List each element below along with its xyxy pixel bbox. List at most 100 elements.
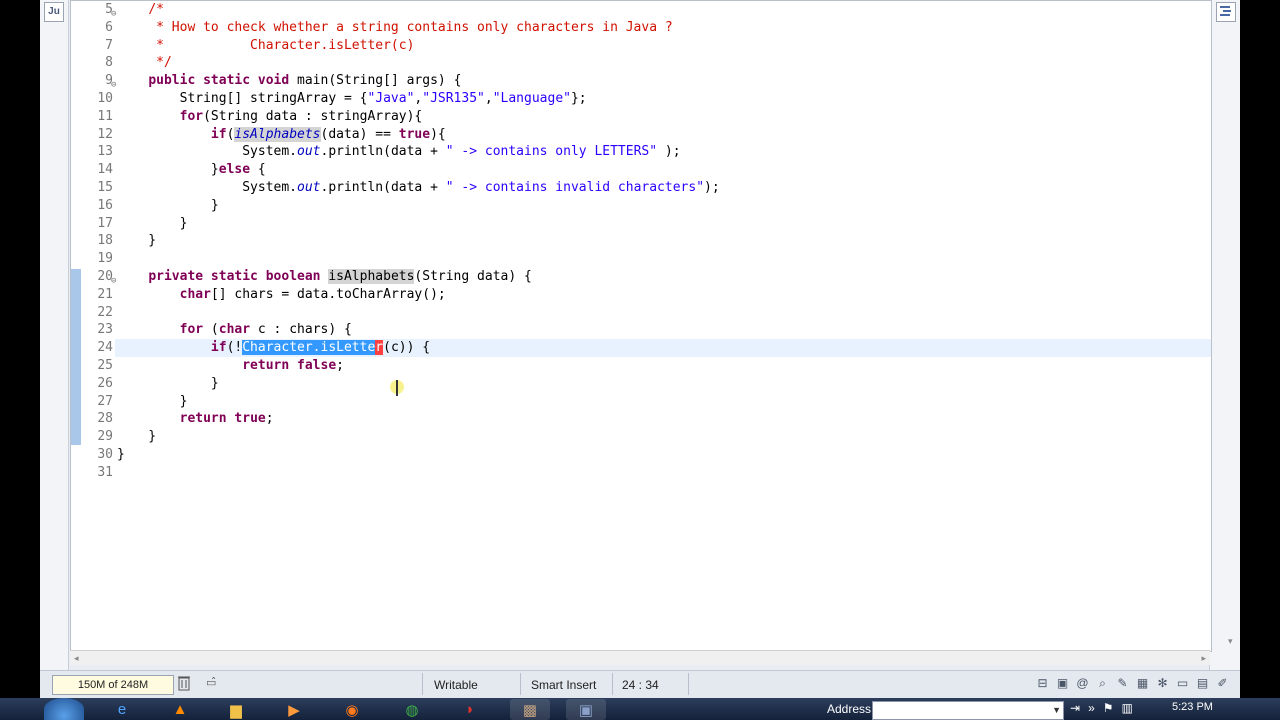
pencil-icon[interactable]: ✐ — [1215, 675, 1230, 691]
save-icon[interactable]: ▣ — [566, 699, 606, 720]
network-icon[interactable]: ▥ — [1122, 701, 1133, 715]
outline-icon[interactable] — [1216, 2, 1236, 22]
code-line[interactable]: 7 * Character.isLetter(c) — [105, 37, 1211, 55]
code-text: } — [117, 429, 157, 445]
settings-icon[interactable]: ✻ — [1155, 675, 1170, 691]
java-editor[interactable]: 5 ⊖ /* 6 * How to check whether a string c… — [70, 0, 1212, 652]
line-number: 15 — [97, 180, 113, 195]
writable-status: Writable — [434, 678, 478, 692]
code-line[interactable]: 20 ⊖ private static boolean isAlphabets(S… — [97, 268, 1211, 286]
at-icon[interactable]: @ — [1075, 675, 1090, 691]
code-line[interactable]: 15 System.out.println(data + " -> contai… — [97, 179, 1211, 197]
code-line[interactable]: 24 if(!Character.isLetter(c)) { — [97, 339, 1211, 358]
line-number: 18 — [97, 233, 113, 249]
window-icon[interactable]: ▤ — [1195, 675, 1210, 691]
code-line[interactable]: 27 } — [97, 393, 1211, 411]
code-text: } — [117, 215, 188, 231]
line-number: 7 — [105, 37, 113, 53]
address-input[interactable]: ▼ — [872, 701, 1064, 720]
task-icon[interactable]: ⊟ — [1035, 675, 1050, 691]
eclipse-window: Ju 5 ⊖ /* 6 * How to check whether a strin… — [40, 0, 1240, 720]
code-line[interactable]: 29 } — [97, 428, 1211, 446]
code-line[interactable]: 18 } — [97, 232, 1211, 250]
grid-icon[interactable]: ▦ — [1135, 675, 1150, 691]
cursor-position: 24 : 34 — [622, 678, 659, 692]
code-line[interactable]: 26 } — [97, 375, 1211, 393]
divider — [422, 673, 423, 695]
line-number: 6 — [105, 19, 113, 35]
line-number: 21 — [97, 286, 113, 302]
code-line[interactable]: 9 ⊖ public static void main(String[] args… — [105, 72, 1211, 90]
scroll-down-icon[interactable]: ▾ — [1228, 636, 1233, 647]
status-toolbar: ⊟ ▣ @ ⌕ ✎ ▦ ✻ ▭ ▤ ✐ — [1035, 675, 1230, 695]
line-number: 11 — [97, 108, 113, 124]
mouse-cursor — [390, 380, 404, 396]
code-line[interactable]: 8 */ — [105, 54, 1211, 72]
start-orb-icon[interactable] — [44, 698, 84, 720]
junit-icon[interactable]: Ju — [44, 2, 64, 22]
edit-icon[interactable]: ✎ — [1115, 675, 1130, 691]
heap-status[interactable]: 150M of 248M — [52, 675, 174, 695]
line-number: 20 — [97, 269, 113, 284]
code-line[interactable]: 6 * How to check whether a string contai… — [105, 19, 1211, 37]
line-number: 8 — [105, 55, 113, 71]
code-line[interactable]: 16 } — [97, 197, 1211, 215]
address-label: Address — [827, 702, 872, 716]
code-text: for(String data : stringArray){ — [179, 108, 423, 124]
fast-view-icon[interactable]: ▭̂ — [206, 676, 216, 689]
code-line[interactable]: 25 return false; — [97, 357, 1211, 375]
line-number: 10 — [97, 91, 113, 106]
code-text: public static void main(String[] args) { — [148, 73, 462, 89]
overview-ruler — [71, 1, 81, 651]
code-text: } — [117, 375, 219, 391]
search-icon[interactable]: ⌕ — [1095, 675, 1110, 691]
line-number: 22 — [97, 304, 113, 320]
code-line[interactable]: 19 — [97, 250, 1211, 268]
code-text: if(!Character.isLetter(c)) { — [210, 340, 431, 356]
code-area[interactable]: 5 ⊖ /* 6 * How to check whether a string c… — [97, 1, 1211, 651]
acrobat-icon[interactable]: ◗ — [450, 699, 490, 720]
code-line[interactable]: 17 } — [97, 215, 1211, 233]
code-line[interactable]: 13 System.out.println(data + " -> contai… — [97, 143, 1211, 161]
vlc-icon[interactable]: ▲ — [160, 699, 200, 720]
flag-icon[interactable]: ⚑ — [1103, 701, 1114, 715]
code-text: private static boolean isAlphabets(Strin… — [148, 269, 532, 284]
chrome-icon[interactable]: ◍ — [392, 699, 432, 720]
code-text: } — [117, 233, 157, 249]
folder-icon[interactable]: ▆ — [216, 699, 256, 720]
code-text: System.out.println(data + " -> contains … — [117, 144, 681, 160]
code-line[interactable]: 21 char[] chars = data.toCharArray(); — [97, 286, 1211, 304]
app-icon[interactable]: ▩ — [510, 699, 550, 720]
divider — [520, 673, 521, 695]
monitor-icon[interactable]: ▭ — [1175, 675, 1190, 691]
code-line[interactable]: 5 ⊖ /* — [105, 1, 1211, 19]
code-text: String[] stringArray = {"Java","JSR135",… — [117, 91, 587, 106]
status-bar: 150M of 248M ▭̂ Writable Smart Insert 24… — [40, 670, 1240, 699]
code-line[interactable]: 31 — [97, 464, 1211, 482]
code-line[interactable]: 12 if(isAlphabets(data) == true){ — [97, 126, 1211, 144]
windows-taskbar: e ▲ ▆ ▶ ◉ ◍ ◗ ▩ ▣ Address ▼ ⇥ » ⚑ ▥ 5:23… — [0, 698, 1280, 720]
chevron-icon[interactable]: » — [1088, 701, 1095, 715]
image-icon[interactable]: ▣ — [1055, 675, 1070, 691]
scroll-right-icon[interactable]: ▸ — [1201, 651, 1206, 665]
code-line[interactable]: 30} — [97, 446, 1211, 464]
right-trim — [1209, 0, 1240, 670]
firefox-icon[interactable]: ◉ — [332, 699, 372, 720]
horizontal-scrollbar[interactable]: ◂ ▸ — [70, 650, 1210, 665]
code-line[interactable]: 22 — [97, 304, 1211, 322]
line-number: 13 — [97, 144, 113, 160]
media-player-icon[interactable]: ▶ — [274, 699, 314, 720]
chevron-down-icon[interactable]: ▼ — [1052, 702, 1061, 719]
code-line[interactable]: 23 for (char c : chars) { — [97, 321, 1211, 339]
ie-icon[interactable]: e — [102, 699, 142, 720]
scroll-left-icon[interactable]: ◂ — [74, 651, 79, 665]
code-line[interactable]: 28 return true; — [97, 410, 1211, 428]
go-icon[interactable]: ⇥ — [1070, 701, 1080, 715]
line-number: 28 — [97, 411, 113, 427]
code-line[interactable]: 10 String[] stringArray = {"Java","JSR13… — [97, 90, 1211, 108]
garbage-collect-icon[interactable] — [178, 675, 190, 691]
code-text: /* — [148, 2, 164, 17]
code-text: } — [117, 197, 219, 213]
code-line[interactable]: 14 }else { — [97, 161, 1211, 179]
code-line[interactable]: 11 for(String data : stringArray){ — [97, 108, 1211, 126]
